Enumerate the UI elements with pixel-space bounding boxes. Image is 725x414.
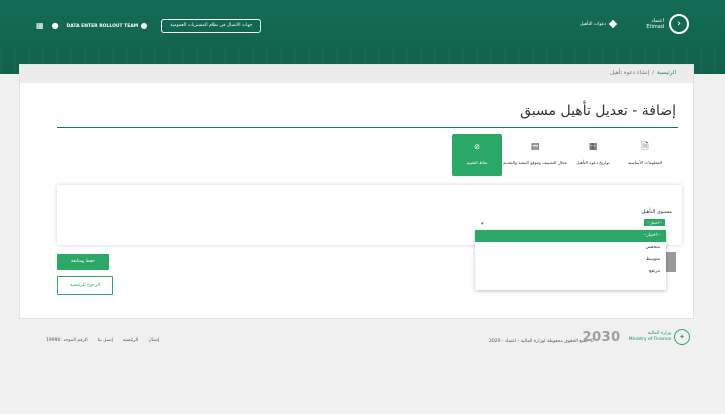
invitations-link[interactable]: دعوات التأهيل	[579, 19, 618, 29]
ministry-emblem-icon: ✦	[674, 329, 690, 345]
ministry-en: Ministry of Finance	[628, 337, 671, 342]
save-continue-button[interactable]: حفظ ومتابعة	[57, 254, 109, 270]
title-divider	[57, 127, 678, 128]
chevron-down-icon[interactable]: ▾	[481, 221, 484, 227]
step-label: مجال التصنيف وموقع التنفيذ والتقديم	[503, 160, 567, 165]
breadcrumb-separator: /	[652, 70, 655, 76]
header-left-tools: ▦ ● DATA ENTER ROLLOUT TEAM جهات الاتصال…	[36, 18, 262, 34]
back-home-button[interactable]: الرجوع للرئيسية	[57, 276, 113, 295]
invitations-label: دعوات التأهيل	[579, 21, 607, 27]
calendar-icon: ▦	[588, 142, 598, 152]
dropdown-option[interactable]: منخفض	[475, 242, 666, 254]
qualification-level-select[interactable]: --اختيار--	[644, 219, 665, 226]
dropdown-option[interactable]: متوسط	[475, 254, 666, 266]
step-label: المعلومات الأساسية	[627, 160, 663, 165]
dropdown-option[interactable]: مرتفع	[475, 266, 666, 278]
page-title: إضافة - تعديل تأهيل مسبق	[520, 103, 676, 119]
breadcrumb-bar: الرئيسية / إنشاء دعوة تأهيل	[20, 65, 693, 83]
footer-link[interactable]: إتصل بنا	[98, 338, 113, 343]
footer: إتصال الرئيسية إتصل بنا الرقم الموحد :19…	[0, 324, 725, 362]
breadcrumb-current: إنشاء دعوة تأهيل	[610, 70, 650, 76]
brand-en: Etimad	[646, 24, 664, 30]
header-right: دعوات التأهيل اعتماد Etimad ›	[580, 14, 689, 34]
vision-2030-logo: 2030	[582, 329, 621, 345]
bell-icon[interactable]: ●	[52, 22, 59, 30]
qualification-level-dropdown: --اختيار-- منخفض متوسط مرتفع	[475, 230, 666, 290]
dropdown-option[interactable]: --اختيار--	[475, 230, 666, 242]
document-icon: 🗎	[641, 142, 649, 152]
switch-system-button[interactable]: جهات الاتصال في نظام المشتريات العمومية	[161, 19, 262, 33]
footer-link[interactable]: إتصال	[148, 338, 159, 343]
wizard-steps: 🗎 المعلومات الأساسية ▦ تواريخ دعوة التأه…	[452, 134, 670, 176]
step-dates[interactable]: ▦ تواريخ دعوة التأهيل	[568, 134, 618, 176]
user-icon	[141, 23, 148, 29]
step-label: تواريخ دعوة التأهيل	[576, 160, 610, 165]
user-menu[interactable]: DATA ENTER ROLLOUT TEAM	[67, 23, 148, 29]
ministry-logo: وزارة المالية Ministry of Finance ✦	[629, 329, 690, 345]
footer-links: إتصال الرئيسية إتصل بنا الرقم الموحد :19…	[46, 338, 159, 343]
qualification-level-label: مستوى التأهيل	[641, 209, 672, 215]
footer-logos: 2030 وزارة المالية Ministry of Finance ✦	[583, 329, 690, 345]
etimad-logo[interactable]: اعتماد Etimad ›	[646, 14, 689, 34]
step-label: نقاط التقييم	[466, 160, 488, 165]
user-name: DATA ENTER ROLLOUT TEAM	[66, 23, 139, 29]
etimad-emblem-icon: ›	[669, 14, 689, 34]
breadcrumb-home[interactable]: الرئيسية	[657, 70, 676, 76]
step-evaluation-points[interactable]: ⌀ نقاط التقييم	[452, 134, 502, 176]
footer-link: الرقم الموحد :19990	[46, 338, 88, 343]
diamond-icon	[609, 19, 618, 29]
table-icon: ▤	[530, 142, 540, 152]
copyright: © جميع الحقوق محفوظة لوزارة المالية - اع…	[489, 339, 595, 344]
step-basic-info[interactable]: 🗎 المعلومات الأساسية	[620, 134, 670, 176]
breadcrumb: الرئيسية / إنشاء دعوة تأهيل	[610, 70, 676, 76]
grid-icon[interactable]: ▦	[36, 22, 44, 30]
footer-link[interactable]: الرئيسية	[123, 338, 139, 343]
paperclip-icon: ⌀	[474, 142, 480, 152]
top-header: ▦ ● DATA ENTER ROLLOUT TEAM جهات الاتصال…	[0, 0, 725, 74]
step-classification[interactable]: ▤ مجال التصنيف وموقع التنفيذ والتقديم	[503, 134, 567, 176]
